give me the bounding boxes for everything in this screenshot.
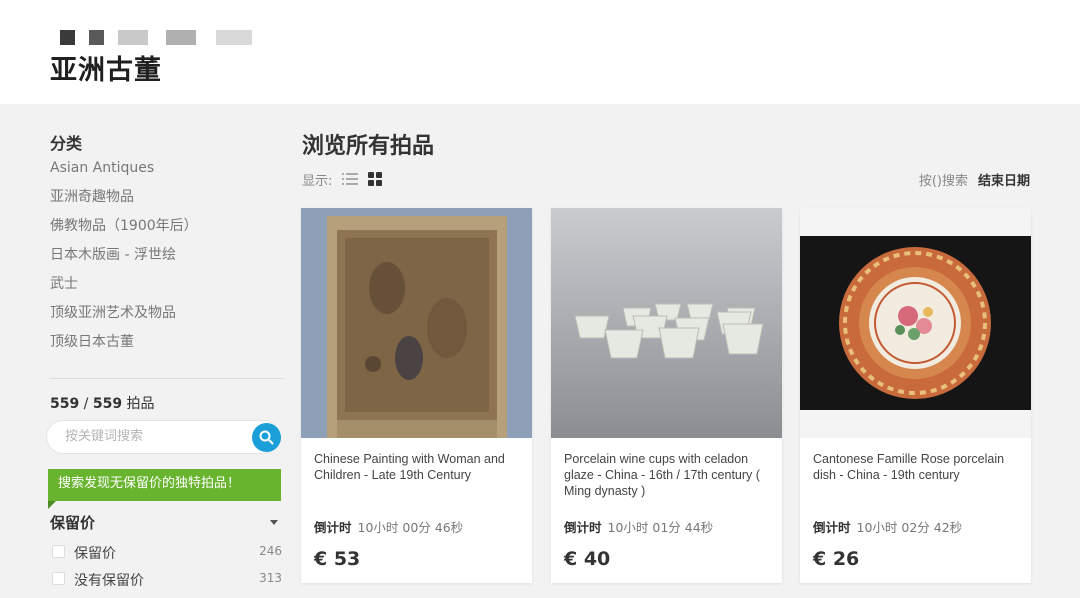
site-logo-text[interactable]: 亚洲古董 <box>50 48 162 87</box>
lot-countdown: 倒计时 10小时 01分 44秒 <box>564 517 713 536</box>
category-title: 分类 <box>50 134 83 153</box>
countdown-value: 10小时 02分 42秒 <box>856 520 963 535</box>
search-input[interactable] <box>65 429 245 444</box>
lot-title[interactable]: Chinese Painting with Woman and Children… <box>314 451 522 483</box>
lot-image[interactable] <box>301 208 532 438</box>
filter-label: 保留价 <box>74 546 116 562</box>
countdown-label: 倒计时 <box>564 520 602 535</box>
lot-card[interactable]: Chinese Painting with Woman and Children… <box>301 208 532 583</box>
lot-count-unit: 拍品 <box>122 396 155 412</box>
list-view-icon[interactable] <box>342 172 359 186</box>
search-box <box>46 420 281 454</box>
sort-control: 按()搜索 结束日期 <box>919 170 1030 189</box>
category-item[interactable]: 顶级日本古董 <box>50 334 198 363</box>
lot-countdown: 倒计时 10小时 00分 46秒 <box>314 517 463 536</box>
lot-title[interactable]: Cantonese Famille Rose porcelain dish - … <box>813 451 1021 483</box>
search-button[interactable] <box>252 423 281 452</box>
display-label: 显示: <box>302 173 333 189</box>
filter-count: 313 <box>259 571 282 585</box>
checkbox[interactable] <box>52 545 65 558</box>
filter-reserve[interactable]: 保留价 246 <box>50 543 282 563</box>
category-item[interactable]: 亚洲奇趣物品 <box>50 189 198 218</box>
lot-price: € 53 <box>314 548 361 570</box>
grid-view-icon[interactable] <box>368 172 383 186</box>
site-header: 亚洲古董 <box>0 0 1080 104</box>
lot-count-total: 559 <box>92 396 123 412</box>
logo-mark[interactable] <box>60 30 252 45</box>
sort-dropdown[interactable]: 结束日期 <box>978 170 1030 189</box>
category-item[interactable]: Asian Antiques <box>50 160 198 189</box>
lot-countdown: 倒计时 10小时 02分 42秒 <box>813 517 962 536</box>
no-reserve-promo-banner[interactable]: 搜索发现无保留价的独特拍品！ <box>48 469 281 509</box>
lot-title[interactable]: Porcelain wine cups with celadon glaze -… <box>564 451 772 499</box>
category-item[interactable]: 佛教物品（1900年后） <box>50 218 198 247</box>
search-icon <box>259 430 274 445</box>
countdown-value: 10小时 00分 46秒 <box>357 520 464 535</box>
lot-count-separator: / <box>79 396 93 412</box>
category-item[interactable]: 日本木版画 - 浮世绘 <box>50 247 198 276</box>
lot-count-shown: 559 <box>50 396 80 412</box>
filter-count: 246 <box>259 544 282 558</box>
divider <box>50 378 284 379</box>
filter-label: 没有保留价 <box>74 573 144 589</box>
lot-price: € 26 <box>813 548 860 570</box>
reserve-filter-header[interactable]: 保留价 <box>50 512 280 532</box>
reserve-filter-title: 保留价 <box>50 514 96 532</box>
sort-label: 按()搜索 <box>918 174 968 189</box>
lot-card[interactable]: Cantonese Famille Rose porcelain dish - … <box>800 208 1031 583</box>
lot-count: 559 / 559 拍品 <box>50 393 155 413</box>
countdown-label: 倒计时 <box>314 520 352 535</box>
countdown-value: 10小时 01分 44秒 <box>607 520 714 535</box>
page-title: 浏览所有拍品 <box>302 134 435 159</box>
lot-image[interactable] <box>551 208 782 438</box>
category-list: Asian Antiques 亚洲奇趣物品 佛教物品（1900年后） 日本木版画… <box>50 160 198 363</box>
lot-image[interactable] <box>800 208 1031 438</box>
lot-price: € 40 <box>564 548 611 570</box>
filter-no-reserve[interactable]: 没有保留价 313 <box>50 570 282 590</box>
view-toggle: 显示: <box>302 170 383 189</box>
category-item[interactable]: 顶级亚洲艺术及物品 <box>50 305 198 334</box>
lot-card[interactable]: Porcelain wine cups with celadon glaze -… <box>551 208 782 583</box>
chevron-down-icon <box>270 520 278 525</box>
countdown-label: 倒计时 <box>813 520 851 535</box>
category-item[interactable]: 武士 <box>50 276 198 305</box>
checkbox[interactable] <box>52 572 65 585</box>
